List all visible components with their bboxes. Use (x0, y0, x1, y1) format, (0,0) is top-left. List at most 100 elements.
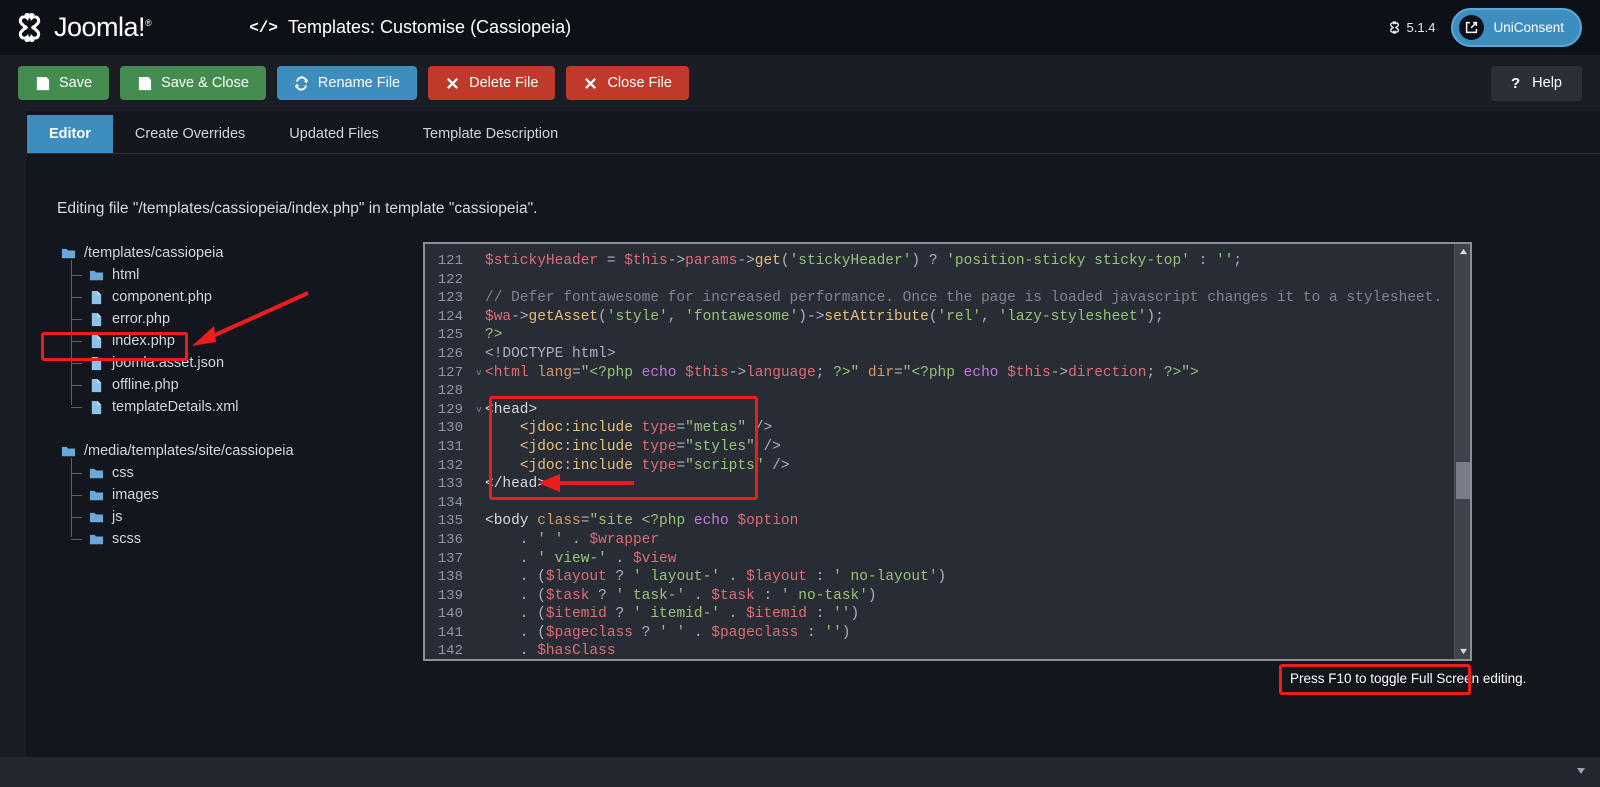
code-line[interactable]: 130 <jdoc:include type="metas" /> (425, 419, 1454, 438)
floppy-disk-icon (138, 76, 152, 90)
tab-create-overrides[interactable]: Create Overrides (113, 115, 267, 153)
tree-item-js[interactable]: js (71, 506, 396, 528)
code-line[interactable]: 134 (425, 494, 1454, 513)
page-footer-bar (0, 757, 1600, 787)
close-file-button[interactable]: Close File (566, 66, 689, 100)
code-text: ?> (485, 327, 503, 344)
tree-item-css[interactable]: css (71, 462, 396, 484)
code-text: . ($pageclass ? ' ' . $pageclass : '') (485, 624, 851, 641)
external-link-icon (1459, 15, 1485, 40)
tree-item-index-php[interactable]: index.php (71, 330, 396, 352)
delete-file-button[interactable]: Delete File (428, 66, 556, 100)
code-line[interactable]: 123 // Defer fontawesome for increased pe… (425, 289, 1454, 308)
save-and-close-button[interactable]: Save & Close (120, 66, 266, 100)
line-number: 126 (437, 345, 463, 362)
tree-item-label: joomla.asset.json (112, 355, 225, 371)
line-number: 134 (437, 494, 463, 511)
code-line[interactable]: 131 <jdoc:include type="styles" /> (425, 438, 1454, 457)
code-line[interactable]: 137 . ' view-' . $view (425, 550, 1454, 569)
tab-editor[interactable]: Editor (27, 115, 113, 153)
line-number: 141 (437, 624, 463, 641)
folder-icon (89, 490, 104, 500)
tree-item-label: html (112, 267, 140, 283)
tree-item-joomla-asset-json[interactable]: joomla.asset.json (71, 352, 396, 374)
code-line[interactable]: 140 . ($itemid ? ' itemid-' . $itemid : … (425, 605, 1454, 624)
code-text: . ($task ? ' task-' . $task : ' no-task'… (485, 587, 877, 604)
collapsed-sidebar-rail[interactable] (0, 111, 26, 787)
code-lines-container[interactable]: 121 $stickyHeader = $this->params->get('s… (425, 244, 1454, 659)
code-line[interactable]: 125 ?> (425, 326, 1454, 345)
tree-item-label: js (112, 509, 123, 525)
code-text: $wa->getAsset('style', 'fontawesome')->s… (485, 308, 1164, 325)
line-number: 137 (437, 550, 463, 567)
close-file-button-label: Close File (607, 75, 672, 91)
code-line[interactable]: 142 . $hasClass (425, 642, 1454, 659)
tab-template-description[interactable]: Template Description (401, 115, 580, 153)
code-text: . ' view-' . $view (485, 550, 677, 567)
action-toolbar: Save Save & Close Rename File Delete Fil… (0, 55, 1600, 111)
tree-item-images[interactable]: images (71, 484, 396, 506)
tree-root-media-cassiopeia[interactable]: /media/templates/site/cassiopeia (57, 440, 396, 462)
code-text: $stickyHeader = $this->params->get('stic… (485, 253, 1243, 269)
caret-down-icon[interactable] (1576, 767, 1586, 775)
folder-icon (61, 248, 76, 258)
save-button[interactable]: Save (18, 66, 110, 100)
code-line[interactable]: 128 (425, 382, 1454, 401)
code-editor[interactable]: 121 $stickyHeader = $this->params->get('s… (423, 242, 1472, 661)
tree-item-label: scss (112, 531, 141, 547)
fold-marker-icon[interactable]: v (473, 401, 485, 420)
code-line[interactable]: 141 . ($pageclass ? ' ' . $pageclass : '… (425, 624, 1454, 643)
scroll-down-arrow-icon[interactable] (1455, 644, 1470, 659)
code-line[interactable]: 133 </head> (425, 475, 1454, 494)
fold-marker-icon[interactable]: v (473, 364, 485, 383)
folder-icon (89, 512, 104, 522)
line-number: 127 (437, 364, 463, 381)
tree-item-label: images (112, 487, 159, 503)
tree-item-label: templateDetails.xml (112, 399, 239, 415)
line-number: 140 (437, 606, 463, 623)
tree-item-error-php[interactable]: error.php (71, 308, 396, 330)
folder-icon (89, 468, 104, 478)
code-line[interactable]: 127 v <html lang="<?php echo $this->langua… (425, 364, 1454, 383)
line-number: 123 (437, 290, 463, 307)
tree-item-templatedetails-xml[interactable]: templateDetails.xml (71, 396, 396, 418)
tree-item-html[interactable]: html (71, 264, 396, 286)
tree-root-templates-cassiopeia[interactable]: /templates/cassiopeia (57, 242, 396, 264)
tree-item-component-php[interactable]: component.php (71, 286, 396, 308)
code-line[interactable]: 124 $wa->getAsset('style', 'fontawesome')… (425, 308, 1454, 327)
tree-item-label: component.php (112, 289, 212, 305)
code-line[interactable]: 122 (425, 271, 1454, 290)
editor-workspace: /templates/cassiopeia html component.php… (26, 242, 1600, 661)
tree-item-scss[interactable]: scss (71, 528, 396, 550)
code-text: . ($itemid ? ' itemid-' . $itemid : '') (485, 606, 860, 623)
joomla-version: 5.1.4 (1388, 20, 1435, 35)
question-mark-icon: ? (1511, 74, 1521, 92)
code-line[interactable]: 139 . ($task ? ' task-' . $task : ' no-t… (425, 587, 1454, 606)
scroll-up-arrow-icon[interactable] (1455, 244, 1470, 259)
refresh-icon (294, 75, 308, 91)
uniconsent-button[interactable]: UniConsent (1451, 8, 1582, 47)
x-icon (447, 77, 459, 89)
tab-updated-files[interactable]: Updated Files (267, 115, 400, 153)
tree-item-label: error.php (112, 311, 171, 327)
code-line[interactable]: 132 <jdoc:include type="scripts" /> (425, 457, 1454, 476)
joomla-glyph-icon (1389, 21, 1399, 34)
rename-file-button[interactable]: Rename File (276, 66, 418, 100)
tree-item-offline-php[interactable]: offline.php (71, 374, 396, 396)
line-number: 131 (437, 438, 463, 455)
code-line[interactable]: 129 v <head> (425, 401, 1454, 420)
code-line[interactable]: 136 . ' ' . $wrapper (425, 531, 1454, 550)
code-line[interactable]: 121 $stickyHeader = $this->params->get('s… (425, 252, 1454, 271)
brand-trademark: ® (145, 18, 152, 28)
code-text: // Defer fontawesome for increased perfo… (485, 290, 1443, 307)
code-text: . ($layout ? ' layout-' . $layout : ' no… (485, 569, 947, 586)
scrollbar-thumb[interactable] (1456, 462, 1470, 499)
code-line[interactable]: 135 <body class="site <?php echo $option (425, 512, 1454, 531)
main-content-card: Editor Create Overrides Updated Files Te… (26, 111, 1600, 757)
help-button[interactable]: ? Help (1491, 65, 1582, 101)
editor-vertical-scrollbar[interactable] (1454, 244, 1470, 659)
rename-file-button-label: Rename File (317, 75, 401, 91)
code-line[interactable]: 126 <!DOCTYPE html> (425, 345, 1454, 364)
joomla-brand[interactable]: Joomla!® (14, 12, 152, 43)
code-line[interactable]: 138 . ($layout ? ' layout-' . $layout : … (425, 568, 1454, 587)
